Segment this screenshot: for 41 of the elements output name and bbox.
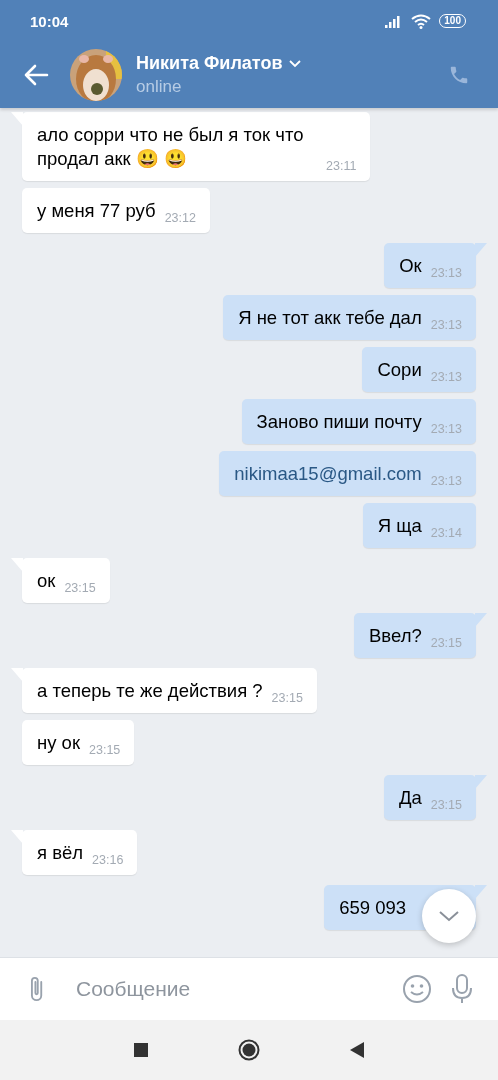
- message-time: 23:15: [271, 690, 303, 706]
- message-time: 23:15: [64, 580, 96, 596]
- email-link[interactable]: nikimaa15@gmail.com: [234, 462, 422, 486]
- message-time: 23:16: [92, 852, 124, 868]
- wifi-icon: [411, 13, 432, 29]
- message-time: 23:12: [164, 210, 196, 226]
- home-icon[interactable]: [238, 1039, 260, 1061]
- message-text: Да: [398, 786, 422, 810]
- microphone-icon[interactable]: [450, 973, 474, 1005]
- contact-name[interactable]: Никита Филатов: [136, 53, 283, 74]
- message-text: ало сорри что не был я ток что продал акк 😃 😃: [37, 123, 305, 171]
- contact-status: online: [136, 77, 183, 97]
- message-time: 23:13: [430, 473, 462, 489]
- message-time: 23:15: [430, 797, 462, 813]
- message-text: Сори: [377, 358, 422, 382]
- back-arrow-icon[interactable]: [23, 64, 49, 86]
- smiley-icon[interactable]: [402, 974, 432, 1004]
- message-text: Я ща: [377, 514, 422, 538]
- message-text: я вёл: [37, 841, 84, 865]
- message-text: Ок: [399, 254, 422, 278]
- status-time: 10:04: [30, 12, 69, 30]
- message-text: Заново пиши почту: [256, 410, 422, 434]
- message-time: 23:13: [430, 317, 462, 333]
- message-time: 23:13: [430, 369, 462, 385]
- message-time: 23:13: [430, 421, 462, 437]
- message-time: 23:15: [430, 635, 462, 651]
- message-text: Я не тот акк тебе дал: [238, 306, 422, 330]
- message-text: у меня 77 руб: [37, 199, 156, 223]
- message-time: 23:15: [89, 742, 121, 758]
- message-text: ну ок: [37, 731, 80, 755]
- chevron-down-icon[interactable]: [438, 910, 460, 922]
- message-time: 23:13: [430, 265, 462, 281]
- message-time: 23:14: [430, 525, 462, 541]
- phone-icon[interactable]: [448, 64, 470, 86]
- back-icon[interactable]: [350, 1042, 364, 1058]
- message-time: 23:11: [326, 158, 357, 174]
- message-text: ок: [37, 569, 56, 593]
- message-text: Ввел?: [369, 624, 422, 648]
- message-text: 659 093: [339, 896, 406, 920]
- message-text: а теперь те же действия ?: [37, 679, 263, 703]
- caret-icon[interactable]: [289, 59, 302, 68]
